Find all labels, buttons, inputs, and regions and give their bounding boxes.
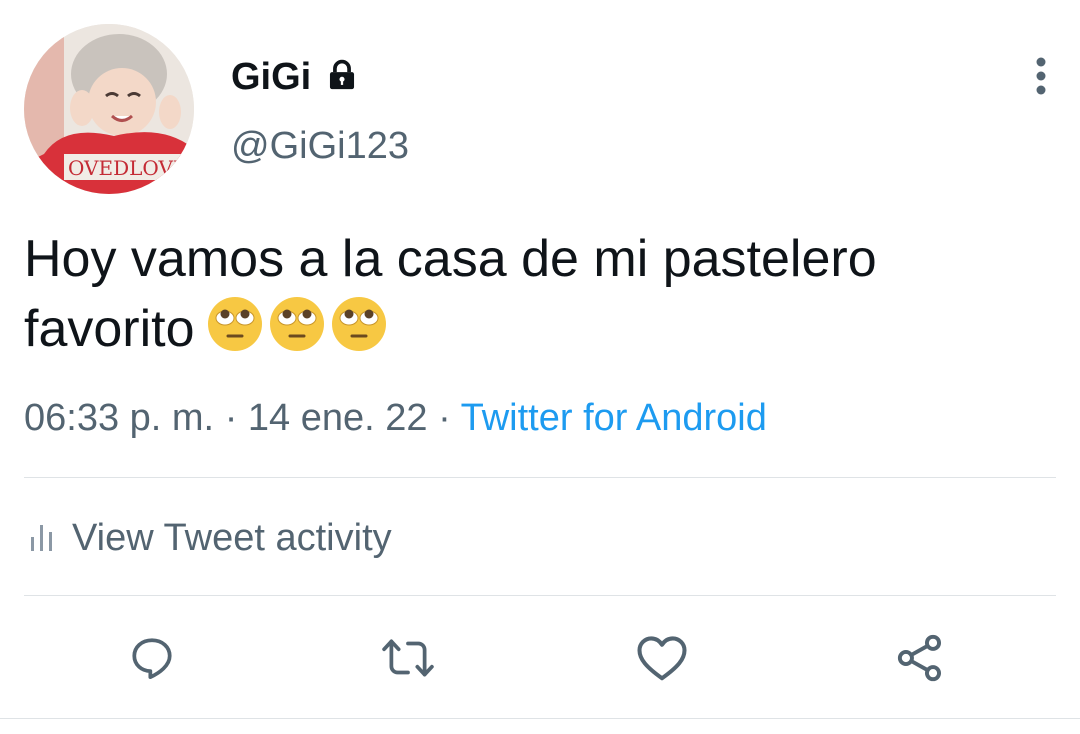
tweet-meta: 06:33 p. m. · 14 ene. 22 · Twitter for A…: [24, 392, 767, 444]
meta-separator: ·: [438, 397, 451, 439]
lock-icon: [325, 58, 359, 97]
tweet-action-bar: [0, 628, 1080, 688]
bar-chart-icon: [31, 525, 52, 551]
share-button[interactable]: [890, 628, 950, 688]
bottom-divider: [0, 718, 1080, 719]
heart-icon: [637, 636, 687, 681]
view-tweet-activity-label: View Tweet activity: [72, 516, 392, 559]
more-vertical-icon: [1036, 57, 1046, 95]
display-name[interactable]: GiGi: [231, 55, 311, 99]
more-options-button[interactable]: [1026, 52, 1056, 100]
share-icon: [897, 634, 942, 682]
like-button[interactable]: [632, 628, 692, 688]
tweet-date[interactable]: 14 ene. 22: [248, 397, 428, 439]
tweet-source-link[interactable]: Twitter for Android: [461, 397, 767, 439]
avatar[interactable]: OVEDLOVE: [24, 24, 194, 194]
user-handle[interactable]: @GiGi123: [231, 124, 409, 168]
divider: [24, 595, 1056, 596]
view-tweet-activity-button[interactable]: View Tweet activity: [30, 512, 392, 564]
avatar-shirt-text: OVEDLOVE: [68, 156, 188, 180]
reply-button[interactable]: [122, 628, 182, 688]
tweet-time[interactable]: 06:33 p. m.: [24, 397, 214, 439]
reply-icon: [132, 638, 172, 680]
rolling-eyes-emoji-icon: [207, 297, 262, 351]
author-name-row[interactable]: GiGi: [231, 55, 359, 99]
emoji-group: [207, 296, 387, 352]
rolling-eyes-emoji-icon: [331, 297, 386, 351]
tweet-text: Hoy vamos a la casa de mi pastelero favo…: [24, 224, 1056, 364]
rolling-eyes-emoji-icon: [269, 297, 324, 351]
retweet-button[interactable]: [378, 628, 438, 688]
avatar-image: OVEDLOVE: [24, 24, 194, 194]
tweet-body: Hoy vamos a la casa de mi pastelero favo…: [24, 230, 877, 358]
meta-separator: ·: [224, 397, 238, 439]
divider: [24, 477, 1056, 478]
retweet-icon: [382, 639, 434, 677]
